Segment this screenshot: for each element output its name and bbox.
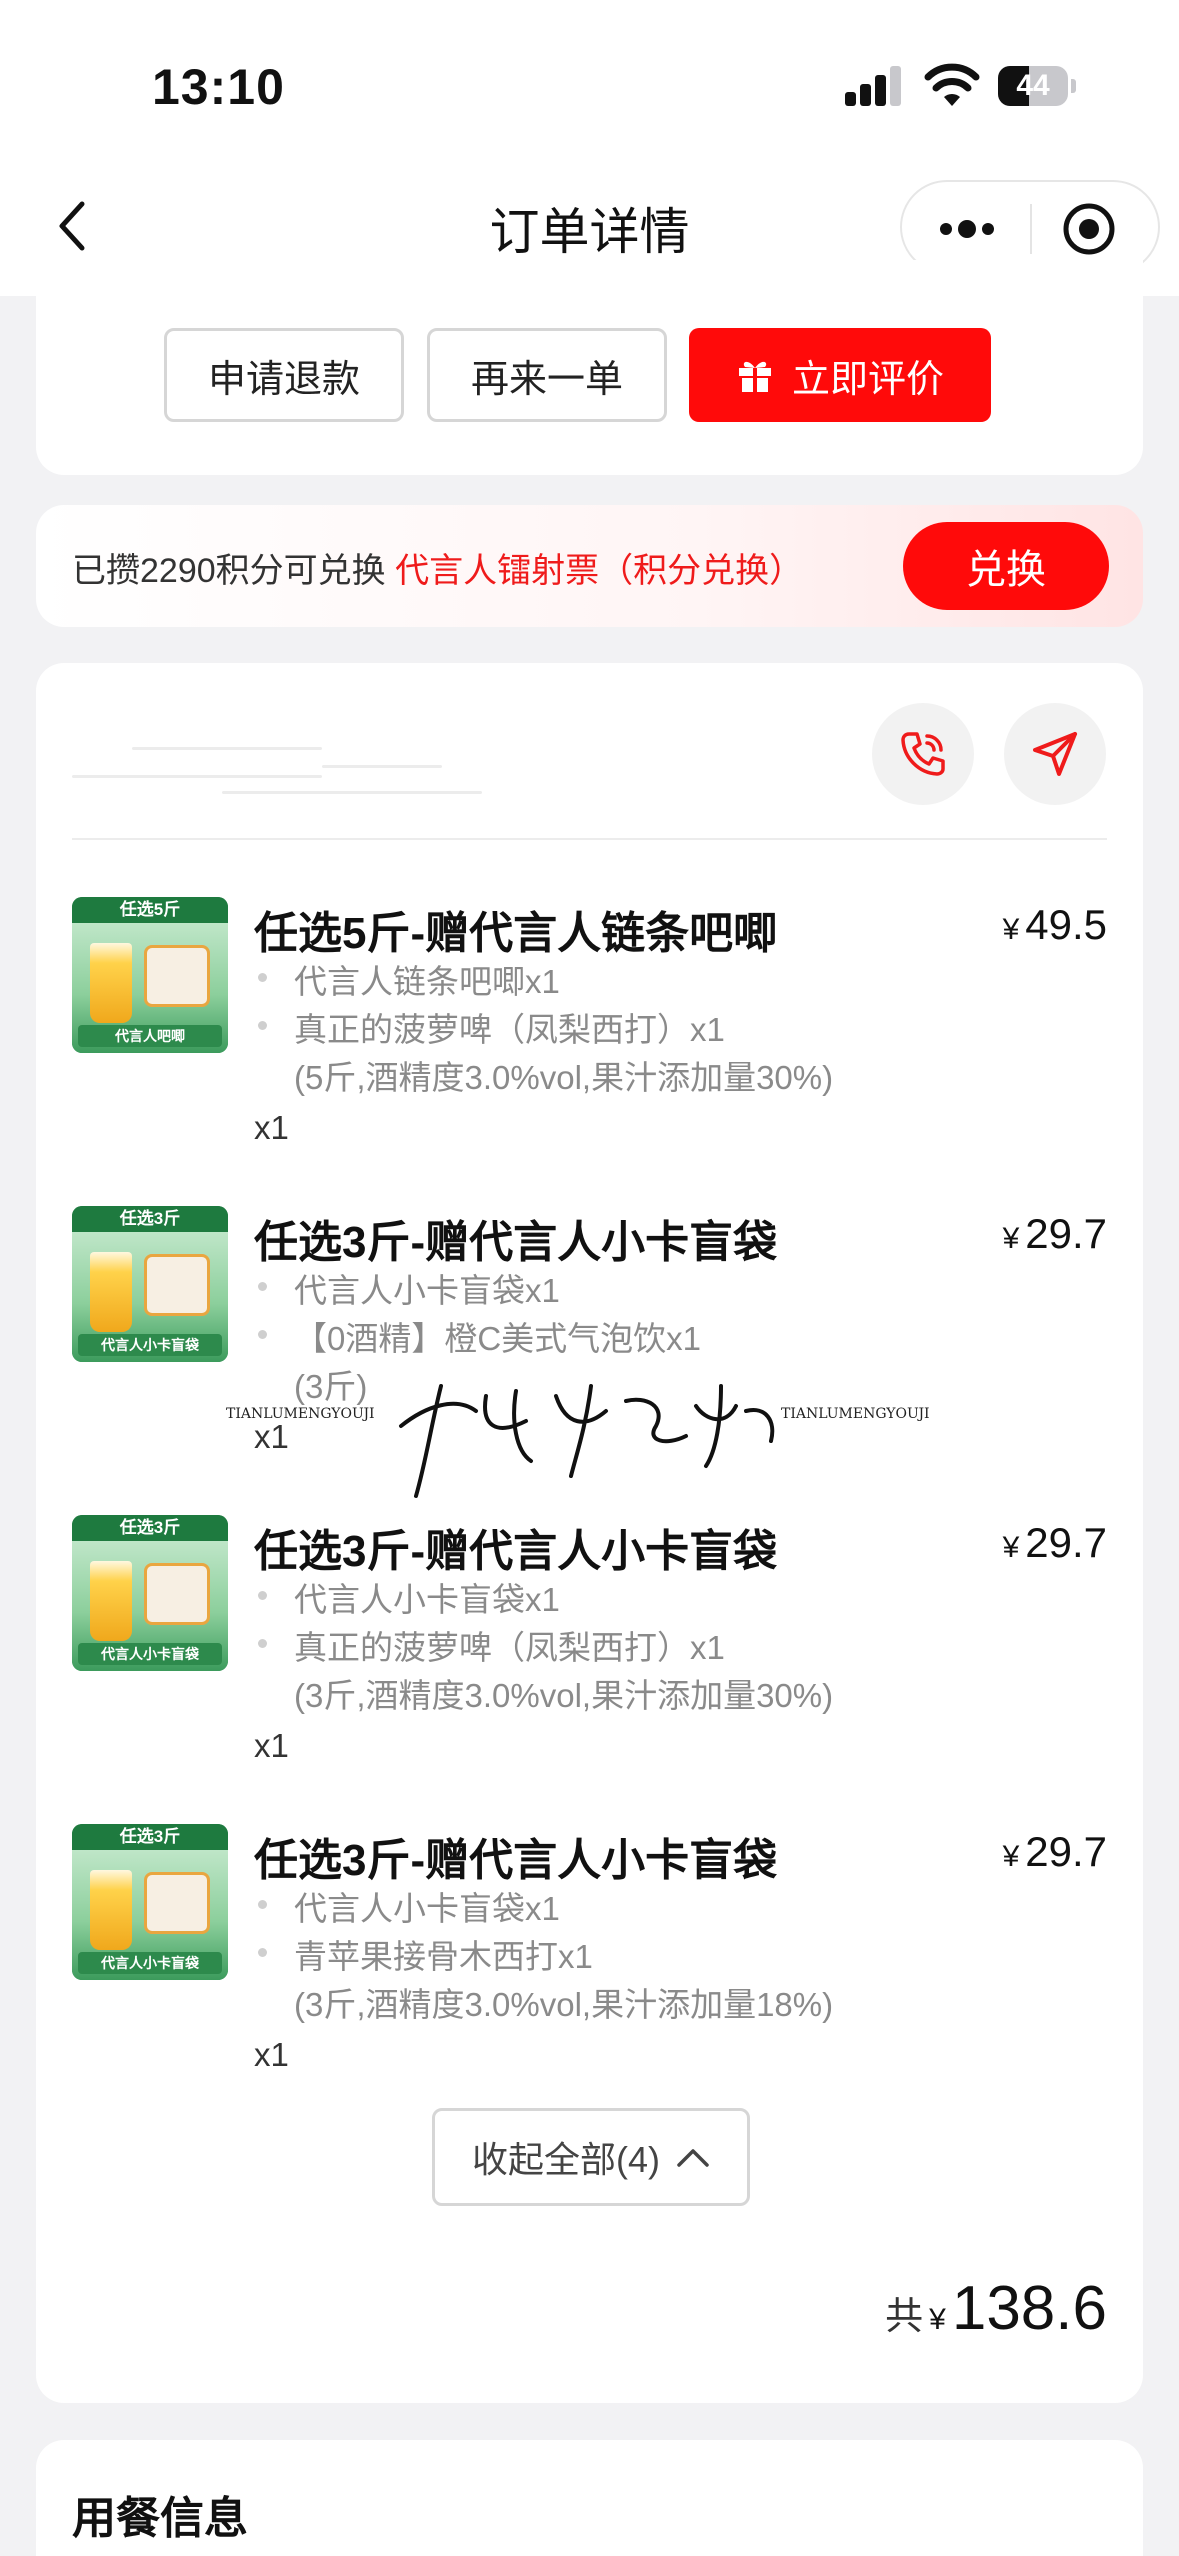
sub-item: 代言人链条吧唧x1 xyxy=(294,963,560,1000)
collapse-label: 收起全部(4) xyxy=(472,2139,660,2180)
sub-item: 代言人小卡盲袋x1 xyxy=(294,1272,560,1309)
sub-item: 代言人小卡盲袋x1 xyxy=(294,1890,560,1927)
divider xyxy=(72,838,1107,840)
item-name: 任选5斤-赠代言人链条吧唧 xyxy=(254,909,778,958)
total-currency: ¥ xyxy=(929,2303,946,2336)
item-name: 任选3斤-赠代言人小卡盲袋 xyxy=(254,1218,778,1267)
store-info-blurred xyxy=(72,713,492,823)
total-amount: 138.6 xyxy=(951,2274,1107,2343)
currency-symbol: ¥ xyxy=(1002,1222,1020,1255)
item-quantity: x1 xyxy=(254,1418,289,1455)
order-item[interactable]: 任选3斤 代言人小卡盲袋 任选3斤-赠代言人小卡盲袋 ¥29.7 代言人小卡盲袋… xyxy=(36,1206,1143,1506)
product-tag: 任选3斤 xyxy=(72,1824,228,1850)
product-band: 代言人小卡盲袋 xyxy=(78,1952,222,1974)
sub-item: 【0酒精】橙C美式气泡饮x1 xyxy=(294,1320,702,1357)
order-item[interactable]: 任选5斤 代言人吧唧 任选5斤-赠代言人链条吧唧 ¥49.5 代言人链条吧唧x1… xyxy=(36,897,1143,1197)
sub-item-note: (3斤) xyxy=(294,1368,368,1405)
order-item[interactable]: 任选3斤 代言人小卡盲袋 任选3斤-赠代言人小卡盲袋 ¥29.7 代言人小卡盲袋… xyxy=(36,1515,1143,1815)
currency-symbol: ¥ xyxy=(1002,1531,1020,1564)
phone-icon xyxy=(901,732,945,776)
review-button-label: 立即评价 xyxy=(791,358,944,401)
points-text: 已攒2290积分可兑换 代言人镭射票（积分兑换） xyxy=(72,543,803,592)
refund-button[interactable]: 申请退款 xyxy=(164,328,404,422)
currency-symbol: ¥ xyxy=(1002,1840,1020,1873)
product-tag: 任选5斤 xyxy=(72,897,228,923)
product-image: 任选3斤 代言人小卡盲袋 xyxy=(72,1206,228,1362)
sub-item: 代言人小卡盲袋x1 xyxy=(294,1581,560,1618)
sub-item-note: (5斤,酒精度3.0%vol,果汁添加量30%) xyxy=(294,1059,834,1096)
item-name: 任选3斤-赠代言人小卡盲袋 xyxy=(254,1836,778,1885)
item-name: 任选3斤-赠代言人小卡盲袋 xyxy=(254,1527,778,1576)
order-actions-card: 申请退款 再来一单 立即评价 xyxy=(36,260,1143,475)
currency-symbol: ¥ xyxy=(1002,913,1020,946)
product-tag: 任选3斤 xyxy=(72,1515,228,1541)
product-band: 代言人小卡盲袋 xyxy=(78,1334,222,1356)
meal-info-title: 用餐信息 xyxy=(72,2494,248,2543)
more-options-icon[interactable] xyxy=(932,204,1002,254)
cellular-signal-icon xyxy=(845,66,903,106)
order-card: 任选5斤 代言人吧唧 任选5斤-赠代言人链条吧唧 ¥49.5 代言人链条吧唧x1… xyxy=(36,663,1143,2403)
gift-icon xyxy=(738,361,771,392)
navigation-arrow-icon xyxy=(1033,732,1077,776)
close-miniprogram-icon[interactable] xyxy=(1062,202,1116,256)
product-band: 代言人吧唧 xyxy=(78,1025,222,1047)
total-label: 共 xyxy=(885,2296,924,2338)
item-price: ¥29.7 xyxy=(1003,1519,1107,1567)
product-band: 代言人小卡盲袋 xyxy=(78,1643,222,1665)
review-button[interactable]: 立即评价 xyxy=(689,328,991,422)
price-value: 29.7 xyxy=(1025,1210,1107,1257)
item-price: ¥29.7 xyxy=(1003,1828,1107,1876)
navigate-to-store-button[interactable] xyxy=(1004,703,1106,805)
product-tag: 任选3斤 xyxy=(72,1206,228,1232)
item-price: ¥49.5 xyxy=(1003,901,1107,949)
battery-level: 44 xyxy=(1016,69,1050,102)
chevron-up-icon xyxy=(677,2149,709,2167)
price-value: 49.5 xyxy=(1025,901,1107,948)
points-banner: 已攒2290积分可兑换 代言人镭射票（积分兑换） 兑换 xyxy=(36,505,1143,627)
price-value: 29.7 xyxy=(1025,1519,1107,1566)
call-store-button[interactable] xyxy=(872,703,974,805)
top-bar: 13:10 44 订单详情 xyxy=(0,0,1179,296)
product-image: 任选3斤 代言人小卡盲袋 xyxy=(72,1824,228,1980)
item-quantity: x1 xyxy=(254,1109,289,1146)
item-quantity: x1 xyxy=(254,1727,289,1764)
item-quantity: x1 xyxy=(254,2036,289,2073)
item-price: ¥29.7 xyxy=(1003,1210,1107,1258)
product-image: 任选5斤 代言人吧唧 xyxy=(72,897,228,1053)
order-total: 共 ¥ 138.6 xyxy=(885,2273,1107,2344)
battery-icon: 44 xyxy=(998,66,1076,106)
sub-item: 真正的菠萝啤（凤梨西打）x1 xyxy=(294,1629,725,1666)
price-value: 29.7 xyxy=(1025,1828,1107,1875)
points-prefix: 已攒2290积分可兑换 xyxy=(72,552,396,590)
sub-item: 青苹果接骨木西打x1 xyxy=(294,1938,593,1975)
sub-item-note: (3斤,酒精度3.0%vol,果汁添加量30%) xyxy=(294,1677,834,1714)
sub-item: 真正的菠萝啤（凤梨西打）x1 xyxy=(294,1011,725,1048)
reorder-button[interactable]: 再来一单 xyxy=(427,328,667,422)
collapse-all-button[interactable]: 收起全部(4) xyxy=(432,2108,750,2206)
status-time: 13:10 xyxy=(152,59,285,115)
order-item[interactable]: 任选3斤 代言人小卡盲袋 任选3斤-赠代言人小卡盲袋 ¥29.7 代言人小卡盲袋… xyxy=(36,1824,1143,2124)
wifi-icon xyxy=(924,63,980,106)
meal-info-card: 用餐信息 xyxy=(36,2440,1143,2556)
exchange-button[interactable]: 兑换 xyxy=(903,522,1109,610)
sub-item-note: (3斤,酒精度3.0%vol,果汁添加量18%) xyxy=(294,1986,834,2023)
points-reward: 代言人镭射票（积分兑换） xyxy=(395,552,804,590)
product-image: 任选3斤 代言人小卡盲袋 xyxy=(72,1515,228,1671)
